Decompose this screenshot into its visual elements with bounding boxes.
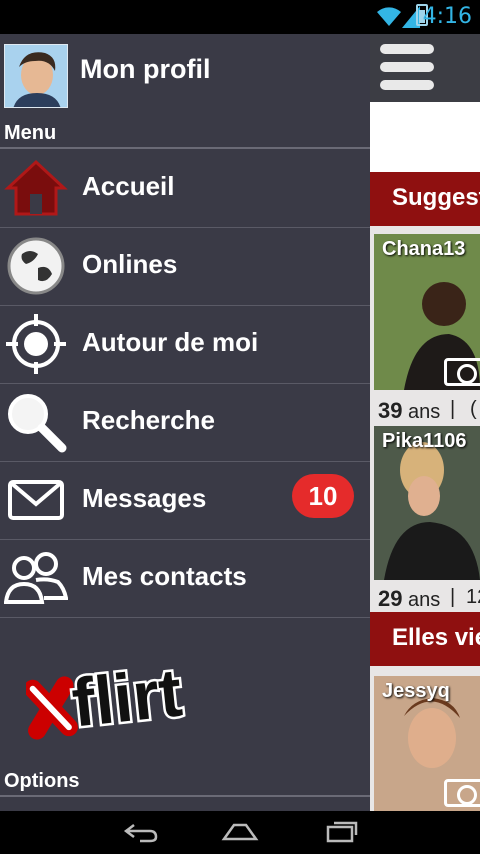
card-username: Pika1106 bbox=[382, 430, 467, 452]
card-age: 29 ans | 12 bbox=[378, 586, 480, 612]
card-separator: | bbox=[450, 586, 456, 608]
profile-card-photo[interactable]: Pika1106 bbox=[374, 426, 480, 580]
magnifier-icon bbox=[8, 394, 67, 453]
elles-viennent-header: Elles viennent bbox=[370, 612, 480, 666]
camera-icon bbox=[444, 779, 480, 807]
card-separator: | bbox=[450, 398, 456, 420]
globe-icon bbox=[7, 237, 65, 295]
camera-icon bbox=[444, 358, 480, 386]
suggestions-header: Suggestions bbox=[370, 172, 480, 226]
menu-item-label: Accueil bbox=[82, 171, 175, 201]
envelope-icon bbox=[8, 480, 64, 520]
avatar[interactable] bbox=[4, 44, 68, 108]
avatar-illustration-icon bbox=[5, 45, 67, 107]
location-target-icon bbox=[6, 314, 66, 374]
options-section-label: Options bbox=[4, 770, 80, 792]
menu-item-label: Mes contacts bbox=[82, 561, 247, 591]
menu-section-label: Menu bbox=[4, 122, 57, 144]
messages-count-badge: 10 bbox=[292, 474, 354, 518]
suggestions-title: Suggestions bbox=[392, 184, 480, 211]
svg-text:flirt: flirt bbox=[68, 654, 185, 741]
top-bar bbox=[370, 34, 480, 102]
options-divider bbox=[0, 795, 370, 797]
card-age-value: 29 bbox=[378, 586, 403, 611]
home-button-icon[interactable] bbox=[220, 819, 260, 845]
card-username: Chana13 bbox=[382, 238, 466, 260]
card-username: Jessyq bbox=[382, 680, 450, 702]
profile-card-photo[interactable]: Chana13 bbox=[374, 234, 480, 390]
recent-apps-icon[interactable] bbox=[322, 819, 362, 845]
menu-item-recherche[interactable]: Recherche bbox=[0, 384, 370, 462]
menu-item-accueil[interactable]: Accueil bbox=[0, 150, 370, 228]
card-age-unit: ans bbox=[408, 589, 441, 611]
card-extra: ( bbox=[470, 398, 477, 420]
menu-item-messages[interactable]: Messages 10 bbox=[0, 462, 370, 540]
back-icon[interactable] bbox=[120, 819, 160, 845]
menu-item-onlines[interactable]: Onlines bbox=[0, 228, 370, 306]
menu-item-autour-de-moi[interactable]: Autour de moi bbox=[0, 306, 370, 384]
card-age-value: 39 bbox=[378, 398, 403, 423]
card-extra: 12 bbox=[466, 586, 480, 608]
home-icon bbox=[4, 159, 68, 216]
menu-item-mes-contacts[interactable]: Mes contacts bbox=[0, 540, 370, 618]
status-bar: 4:16 bbox=[0, 0, 480, 34]
elles-viennent-title: Elles viennent bbox=[392, 624, 480, 651]
card-age: 39 ans | ( bbox=[378, 398, 477, 424]
hamburger-menu-icon[interactable] bbox=[380, 44, 434, 90]
contacts-icon bbox=[4, 552, 68, 604]
main-content: Suggestions Chana13 39 ans | ( Pika1106 … bbox=[370, 34, 480, 811]
menu-item-label: Messages bbox=[82, 483, 207, 513]
xflirt-logo: flirt bbox=[26, 652, 188, 744]
menu-item-label: Recherche bbox=[82, 405, 215, 435]
menu-item-label: Autour de moi bbox=[82, 327, 259, 357]
status-time: 4:16 bbox=[422, 4, 472, 29]
system-navigation-bar bbox=[0, 811, 480, 854]
menu-divider bbox=[0, 147, 370, 149]
header-area bbox=[370, 102, 480, 172]
card-age-unit: ans bbox=[408, 401, 441, 423]
navigation-drawer: Mon profil Menu Accueil Onlines Autour d… bbox=[0, 34, 370, 811]
menu-item-label: Onlines bbox=[82, 249, 178, 279]
profile-label[interactable]: Mon profil bbox=[80, 54, 210, 85]
profile-row[interactable]: Mon profil bbox=[0, 34, 370, 110]
wifi-icon bbox=[377, 7, 401, 26]
profile-card-photo[interactable]: Jessyq bbox=[374, 676, 480, 811]
